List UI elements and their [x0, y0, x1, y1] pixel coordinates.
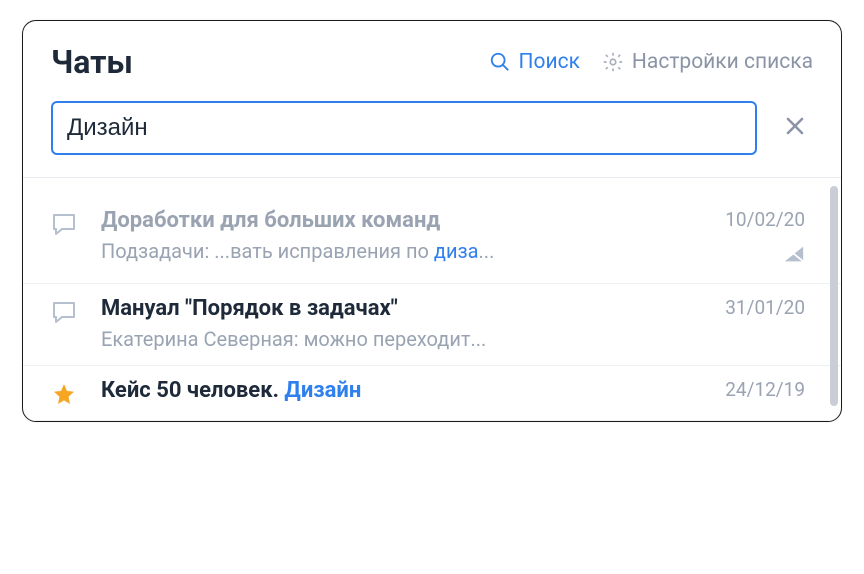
page-title: Чаты: [51, 43, 133, 81]
close-icon: [783, 114, 807, 138]
chat-row[interactable]: Доработки для больших команд Подзадачи: …: [23, 196, 841, 284]
chat-title: Доработки для больших команд: [101, 208, 687, 233]
chat-date: 10/02/20: [709, 208, 805, 231]
clear-search-button[interactable]: [777, 108, 813, 149]
chat-row-main: Мануал "Порядок в задачах" Екатерина Сев…: [101, 296, 687, 351]
chat-icon-slot: [49, 208, 79, 236]
search-input[interactable]: [67, 114, 741, 142]
header-row: Чаты Поиск Настройки списка: [23, 21, 841, 91]
chat-bubble-icon: [51, 212, 77, 236]
chat-row[interactable]: Кейс 50 человек. Дизайн 24/12/19: [23, 366, 841, 421]
scrollbar-thumb[interactable]: [830, 186, 838, 406]
chat-title: Кейс 50 человек. Дизайн: [101, 378, 687, 403]
muted-icon: [783, 243, 805, 265]
chat-icon-slot: [49, 378, 79, 406]
chat-date: 24/12/19: [709, 378, 805, 401]
header-actions: Поиск Настройки списка: [489, 50, 814, 74]
chat-row-side: 10/02/20: [709, 208, 805, 269]
chat-row[interactable]: Мануал "Порядок в задачах" Екатерина Сев…: [23, 284, 841, 366]
chat-subtitle: Подзадачи: ...вать исправления по диза..…: [101, 239, 687, 263]
search-icon: [489, 51, 511, 73]
chat-row-side: 24/12/19: [709, 378, 805, 401]
gear-icon: [602, 51, 624, 73]
chat-row-main: Доработки для больших команд Подзадачи: …: [101, 208, 687, 263]
search-link-label: Поиск: [519, 50, 580, 74]
chat-title: Мануал "Порядок в задачах": [101, 296, 687, 321]
chat-row-main: Кейс 50 человек. Дизайн: [101, 378, 687, 403]
chat-row-side: 31/01/20: [709, 296, 805, 319]
chats-panel: Чаты Поиск Настройки списка: [22, 20, 842, 422]
chat-date: 31/01/20: [709, 296, 805, 319]
chat-icon-slot: [49, 296, 79, 324]
search-box[interactable]: [51, 101, 757, 155]
settings-link[interactable]: Настройки списка: [602, 50, 813, 74]
chat-subtitle: Екатерина Северная: можно переходит...: [101, 327, 687, 351]
search-row: [23, 91, 841, 178]
chat-bubble-icon: [51, 300, 77, 324]
settings-link-label: Настройки списка: [632, 50, 813, 74]
chat-list: Доработки для больших команд Подзадачи: …: [23, 178, 841, 421]
star-icon: [52, 382, 76, 406]
search-link[interactable]: Поиск: [489, 50, 580, 74]
